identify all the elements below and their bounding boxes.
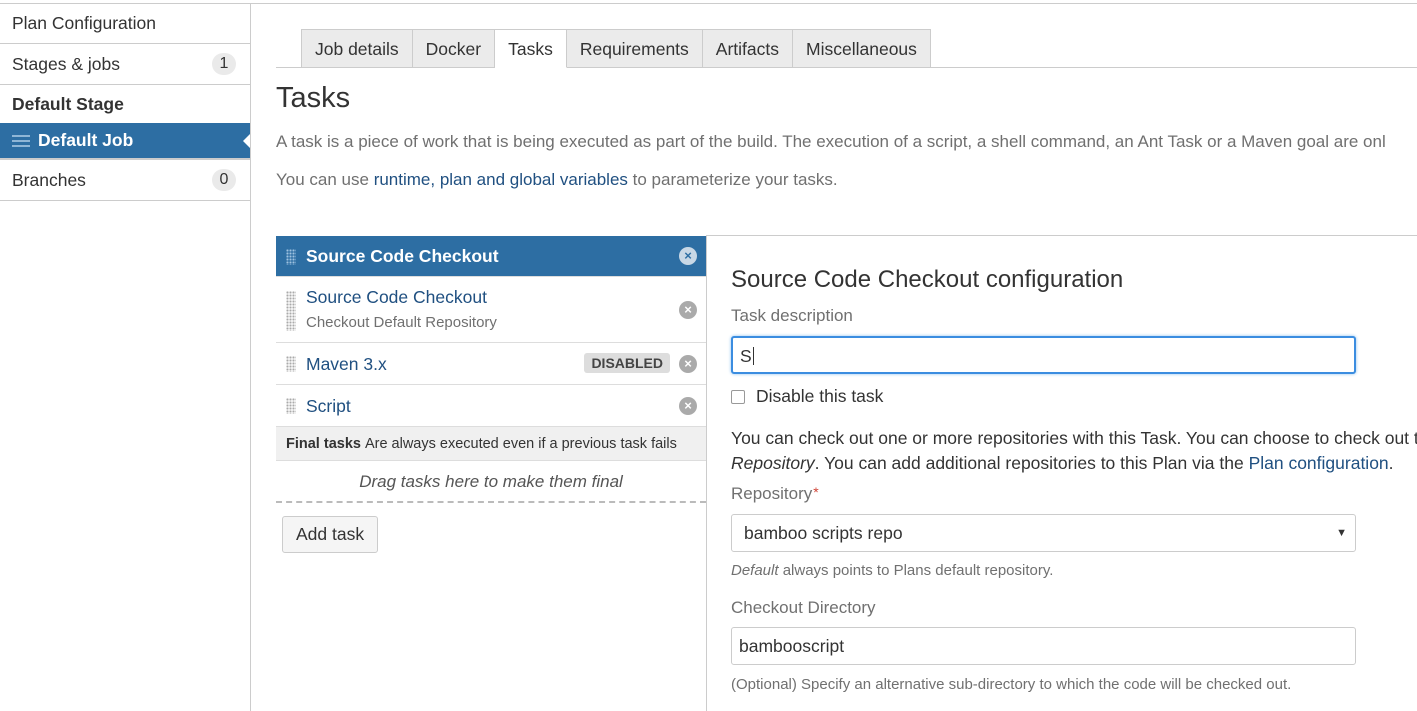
repository-help-text: You can check out one or more repositori… [731, 426, 1417, 476]
page-description: A task is a piece of work that is being … [276, 132, 1386, 151]
final-tasks-header: Final tasks Are always executed even if a… [276, 427, 706, 461]
tab-tasks[interactable]: Tasks [495, 29, 567, 68]
final-tasks-drop-zone[interactable]: Drag tasks here to make them final [276, 461, 706, 503]
checkout-directory-label: Checkout Directory [731, 598, 876, 617]
repository-label-text: Repository [731, 484, 813, 503]
required-mark: * [813, 484, 819, 500]
sidebar-item-label: Branches [12, 169, 86, 190]
hint-italic: Default [731, 562, 779, 579]
variables-link[interactable]: runtime, plan and global variables [374, 170, 628, 189]
active-indicator [243, 134, 250, 148]
job-tabs: Job details Docker Tasks Requirements Ar… [301, 29, 931, 68]
tab-job-details[interactable]: Job details [301, 29, 413, 68]
sidebar-item-label: Default Job [38, 130, 134, 150]
disable-task-row[interactable]: Disable this task [731, 386, 883, 407]
remove-icon[interactable]: × [679, 354, 697, 373]
config-divider [706, 235, 1417, 236]
variables-prefix: You can use [276, 170, 374, 189]
drag-handle-icon[interactable] [286, 356, 296, 372]
task-title[interactable]: Script [306, 396, 351, 416]
add-task-button[interactable]: Add task [282, 516, 379, 553]
help-line-2: Repository. You can add additional repos… [731, 451, 1417, 476]
sidebar-item-label: Plan Configuration [12, 13, 156, 33]
task-description-input[interactable]: S [731, 336, 1356, 374]
task-item-selected[interactable]: Source Code Checkout × [276, 236, 706, 277]
task-subtitle: Checkout Default Repository [306, 314, 497, 331]
tab-docker[interactable]: Docker [412, 29, 496, 68]
sidebar-item-default-job[interactable]: Default Job [0, 123, 250, 159]
chevron-down-icon: ▼ [1336, 527, 1347, 539]
task-description-value: S [740, 346, 752, 366]
repository-label: Repository* [731, 484, 819, 504]
sidebar-item-label: Default Stage [12, 93, 124, 114]
sidebar-item-stages-jobs[interactable]: Stages & jobs 1 [0, 44, 250, 85]
repository-select[interactable]: bamboo scripts repo ▼ [731, 514, 1356, 552]
page-title: Tasks [276, 82, 351, 114]
remove-icon[interactable]: × [679, 247, 697, 265]
task-item[interactable]: Maven 3.x DISABLED × [276, 343, 706, 385]
checkout-directory-value: bambooscript [739, 636, 845, 656]
task-description-label: Task description [731, 306, 853, 325]
task-title[interactable]: Source Code Checkout [306, 287, 706, 308]
variables-note: You can use runtime, plan and global var… [276, 170, 838, 190]
sidebar-item-plan-configuration[interactable]: Plan Configuration [0, 4, 250, 44]
sidebar-item-branches[interactable]: Branches 0 [0, 159, 250, 201]
help-mid: . You can add additional repositories to… [814, 453, 1249, 473]
task-item[interactable]: Source Code Checkout Checkout Default Re… [276, 277, 706, 343]
help-italic: Repository [731, 453, 815, 473]
task-title: Source Code Checkout [306, 246, 499, 266]
tab-requirements[interactable]: Requirements [566, 29, 703, 68]
disable-task-checkbox[interactable] [731, 389, 745, 404]
help-end: . [1388, 453, 1394, 473]
variables-suffix: to parameterize your tasks. [627, 170, 838, 189]
sidebar: Plan Configuration Stages & jobs 1 Defau… [0, 4, 251, 711]
drag-handle-icon[interactable] [286, 291, 296, 331]
repository-value: bamboo scripts repo [744, 523, 903, 543]
count-badge: 1 [212, 53, 236, 75]
tab-miscellaneous[interactable]: Miscellaneous [793, 29, 931, 68]
checkout-directory-hint: (Optional) Specify an alternative sub-di… [731, 676, 1292, 693]
drag-handle-icon[interactable] [286, 249, 296, 265]
disabled-badge: DISABLED [584, 353, 670, 373]
sidebar-item-label: Stages & jobs [12, 53, 120, 74]
task-list: Source Code Checkout × Source Code Check… [276, 236, 707, 711]
remove-icon[interactable]: × [679, 396, 697, 415]
hint-rest: always points to Plans default repositor… [778, 562, 1054, 579]
help-line-1: You can check out one or more repositori… [731, 428, 1417, 448]
count-badge: 0 [212, 169, 236, 191]
text-caret [752, 347, 754, 365]
task-item[interactable]: Script × [276, 385, 706, 427]
plan-configuration-link[interactable]: Plan configuration [1249, 453, 1389, 473]
drag-handle-icon[interactable] [286, 398, 296, 414]
checkout-directory-input[interactable]: bambooscript [731, 627, 1356, 665]
config-heading: Source Code Checkout configuration [731, 266, 1124, 293]
task-title[interactable]: Maven 3.x [306, 354, 387, 374]
remove-icon[interactable]: × [679, 300, 697, 319]
final-tasks-note: Are always executed even if a previous t… [364, 436, 677, 452]
disable-task-label[interactable]: Disable this task [756, 386, 883, 407]
tab-artifacts[interactable]: Artifacts [702, 29, 794, 68]
repository-hint: Default always points to Plans default r… [731, 562, 1053, 579]
sidebar-item-default-stage[interactable]: Default Stage [0, 85, 250, 123]
final-tasks-label: Final tasks [286, 436, 361, 452]
list-icon [12, 134, 32, 148]
